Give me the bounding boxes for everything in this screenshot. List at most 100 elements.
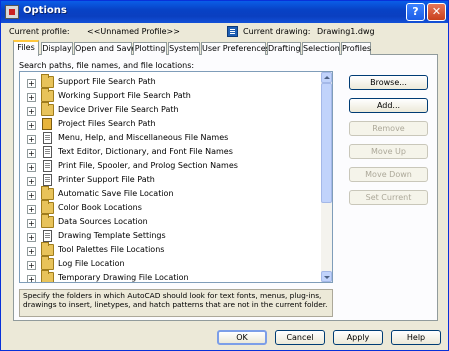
tab-system[interactable]: System	[168, 42, 200, 55]
expand-icon[interactable]: +	[27, 107, 36, 116]
add-button[interactable]: Add...	[349, 98, 428, 113]
title-bar[interactable]: Options ? ✕	[1, 1, 448, 23]
app-icon	[5, 5, 19, 19]
expand-icon[interactable]: +	[27, 177, 36, 186]
tree-item-label: Drawing Template Settings	[58, 231, 166, 240]
tree-item[interactable]: + Working Support File Search Path	[20, 88, 320, 104]
current-profile-label: Current profile:	[9, 27, 70, 36]
scroll-up-button[interactable]	[321, 72, 332, 83]
profile-row: Current profile: <<Unnamed Profile>> Cur…	[9, 26, 439, 39]
document-icon	[43, 146, 52, 158]
tab-files[interactable]: Files	[13, 40, 39, 56]
current-drawing-label: Current drawing:	[243, 27, 311, 36]
expand-icon[interactable]: +	[27, 93, 36, 102]
tree-item[interactable]: + Drawing Template Settings	[20, 229, 320, 244]
expand-icon[interactable]: +	[27, 219, 36, 228]
tree-item-label: Color Book Locations	[58, 203, 142, 212]
tab-user-preferences[interactable]: User Preferences	[201, 42, 270, 55]
tree-item[interactable]: + Printer Support File Path	[20, 173, 320, 188]
apply-button[interactable]: Apply	[333, 330, 383, 345]
tree-item[interactable]: + Tool Palettes File Locations	[20, 242, 320, 258]
folder-icon	[41, 88, 54, 102]
tree-item[interactable]: + Print File, Spooler, and Prolog Sectio…	[20, 159, 320, 174]
arrow-up-icon	[324, 76, 330, 79]
expand-icon[interactable]: +	[27, 121, 36, 130]
remove-button[interactable]: Remove	[349, 121, 428, 136]
tree-item-label: Menu, Help, and Miscellaneous File Names	[58, 133, 229, 142]
tab-open-and-save[interactable]: Open and Save	[74, 42, 136, 55]
tree-item[interactable]: + Data Sources Location	[20, 214, 320, 230]
tree-item[interactable]: + Device Driver File Search Path	[20, 102, 320, 118]
folder-icon	[41, 74, 54, 88]
description-text: Specify the folders in which AutoCAD sho…	[19, 289, 333, 317]
tree-item[interactable]: + Color Book Locations	[20, 200, 320, 216]
drawing-icon	[227, 26, 238, 37]
tree-item[interactable]: + Automatic Save File Location	[20, 186, 320, 202]
set-current-button[interactable]: Set Current	[349, 190, 428, 205]
tree-item-label: Support File Search Path	[58, 77, 156, 86]
tab-profiles[interactable]: Profiles	[341, 42, 371, 55]
help-title-button[interactable]: ?	[406, 3, 425, 21]
tree-item-label: Print File, Spooler, and Prolog Section …	[58, 161, 238, 170]
tree-item-label: Printer Support File Path	[58, 175, 155, 184]
scroll-down-button[interactable]	[321, 271, 332, 282]
document-icon	[43, 132, 52, 144]
window-title: Options	[23, 5, 67, 16]
folder-icon	[41, 186, 54, 200]
tree-item-label: Text Editor, Dictionary, and Font File N…	[58, 147, 233, 156]
tab-plotting[interactable]: Plotting	[133, 42, 167, 55]
tree-item[interactable]: + Temporary Drawing File Location	[20, 270, 320, 282]
arrow-down-icon	[324, 276, 330, 279]
tab-display[interactable]: Display	[41, 42, 73, 55]
help-button[interactable]: Help	[391, 330, 441, 345]
current-drawing-value: Drawing1.dwg	[317, 27, 375, 36]
tree-item-label: Temporary Drawing File Location	[58, 273, 189, 282]
move-up-button[interactable]: Move Up	[349, 144, 428, 159]
options-dialog: Options ? ✕ Current profile: <<Unnamed P…	[0, 0, 449, 351]
folder-icon	[41, 214, 54, 228]
tree-item-label: Working Support File Search Path	[58, 91, 191, 100]
tab-drafting[interactable]: Drafting	[267, 42, 301, 55]
folder-icon	[41, 200, 54, 214]
document-icon	[43, 160, 52, 172]
close-button[interactable]: ✕	[427, 3, 446, 21]
expand-icon[interactable]: +	[27, 163, 36, 172]
tree-item[interactable]: + Support File Search Path	[20, 74, 320, 90]
expand-icon[interactable]: +	[27, 275, 36, 282]
search-paths-tree[interactable]: + Support File Search Path + Working Sup…	[19, 71, 333, 283]
folder-icon	[41, 270, 54, 282]
browse-button[interactable]: Browse...	[349, 75, 428, 90]
expand-icon[interactable]: +	[27, 233, 36, 242]
scroll-thumb[interactable]	[321, 83, 332, 203]
ok-button[interactable]: OK	[217, 330, 267, 345]
folder-icon	[41, 256, 54, 270]
expand-icon[interactable]: +	[27, 135, 36, 144]
folder-icon	[41, 242, 54, 256]
book-icon	[42, 118, 52, 130]
tree-item[interactable]: + Project Files Search Path	[20, 117, 320, 132]
expand-icon[interactable]: +	[27, 247, 36, 256]
document-icon	[43, 230, 52, 242]
tree-item[interactable]: + Log File Location	[20, 256, 320, 272]
expand-icon[interactable]: +	[27, 149, 36, 158]
expand-icon[interactable]: +	[27, 79, 36, 88]
tree-item-label: Tool Palettes File Locations	[58, 245, 165, 254]
folder-icon	[41, 102, 54, 116]
tree-item[interactable]: + Text Editor, Dictionary, and Font File…	[20, 145, 320, 160]
tree-item-label: Log File Location	[58, 259, 125, 268]
document-icon	[43, 174, 52, 186]
tree-scrollbar[interactable]	[321, 72, 332, 282]
move-down-button[interactable]: Move Down	[349, 167, 428, 182]
tree-item-label: Project Files Search Path	[58, 119, 156, 128]
tree-item-label: Automatic Save File Location	[58, 189, 174, 198]
tree-item-label: Device Driver File Search Path	[58, 105, 179, 114]
cancel-button[interactable]: Cancel	[275, 330, 325, 345]
expand-icon[interactable]: +	[27, 205, 36, 214]
tree-item[interactable]: + Menu, Help, and Miscellaneous File Nam…	[20, 131, 320, 146]
tab-selection[interactable]: Selection	[302, 42, 340, 55]
tree-item-label: Data Sources Location	[58, 217, 148, 226]
current-profile-value: <<Unnamed Profile>>	[87, 27, 180, 36]
search-paths-label: Search paths, file names, and file locat…	[19, 61, 195, 70]
expand-icon[interactable]: +	[27, 191, 36, 200]
expand-icon[interactable]: +	[27, 261, 36, 270]
